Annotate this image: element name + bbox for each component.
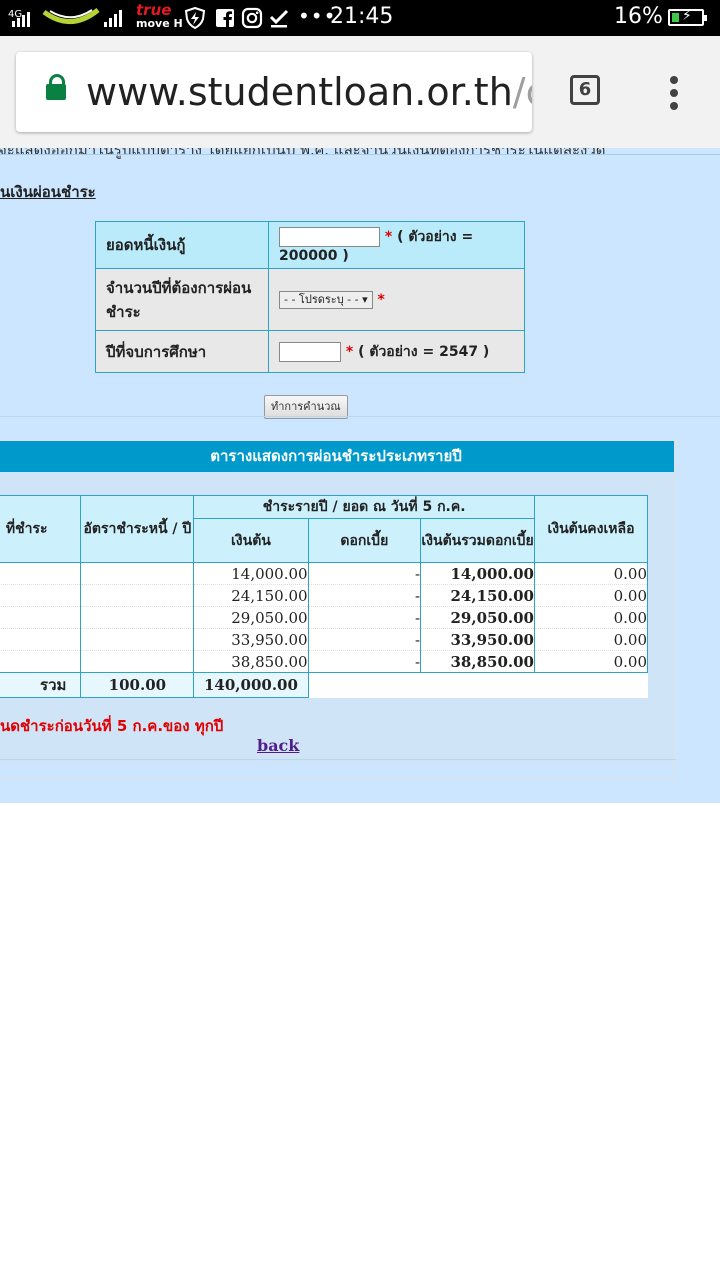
sum-cell: 14,000.00: [420, 562, 535, 585]
url-text[interactable]: www.studentloan.or.th/c: [86, 70, 532, 114]
remaining-cell: 0.00: [533, 650, 649, 673]
interest-cell: -: [307, 650, 422, 673]
col-principal-header: เงินต้น: [193, 518, 309, 563]
ais-logo: [42, 8, 100, 24]
principal-cell: 24,150.00: [193, 584, 309, 607]
repayment-table: ที่ชำระ อัตราชำระหนี้ / ปี ชำระรายปี / ย…: [0, 495, 649, 698]
lock-icon[interactable]: [46, 74, 66, 100]
intro-text: จะแสดงออกมาในรูปแบบตาราง โดยแยกเป็นปี พ.…: [0, 148, 606, 159]
interest-cell: -: [307, 562, 422, 585]
signal-icon: [12, 9, 30, 27]
section-title: นเงินผ่อนชำระ: [0, 183, 96, 201]
years-select[interactable]: - - โปรดระบุ - - ▾: [279, 290, 373, 309]
interest-cell: -: [307, 606, 422, 629]
col-sum-header: เงินต้นรวมดอกเบี้ย: [420, 518, 535, 563]
table-row: 24,150.00 - 24,150.00 0.00: [0, 584, 649, 607]
principal-cell: 14,000.00: [193, 562, 309, 585]
required-mark: *: [345, 343, 354, 360]
divider: [0, 154, 720, 155]
status-bar: 4G true move H ••• 21:45 16% ⚡: [0, 0, 720, 36]
col-remaining-header: เงินต้นคงเหลือ: [533, 495, 649, 563]
truemove-logo: true move H: [136, 1, 183, 31]
total-rate: 100.00: [80, 672, 195, 698]
result-title: ตารางแสดงการผ่อนชำระประเภทรายปี: [0, 441, 674, 472]
interest-cell: -: [307, 584, 422, 607]
principal-cell: 38,850.00: [193, 650, 309, 673]
shield-bolt-icon: [184, 7, 206, 29]
required-mark: *: [377, 291, 385, 308]
grad-year-input[interactable]: [279, 341, 341, 362]
col-group-header: ชำระรายปี / ยอด ณ วันที่ 5 ก.ค.: [193, 495, 535, 519]
back-link[interactable]: back: [257, 736, 299, 755]
table-row: 14,000.00 - 14,000.00 0.00: [0, 562, 649, 585]
total-principal: 140,000.00: [193, 672, 309, 698]
dropdown-arrow-icon: ▾: [362, 292, 368, 306]
remaining-cell: 0.00: [533, 562, 649, 585]
debt-amount-input[interactable]: [279, 227, 380, 247]
sum-cell: 38,850.00: [420, 650, 535, 673]
sum-cell: 29,050.00: [420, 606, 535, 629]
remaining-cell: 0.00: [533, 628, 649, 651]
overflow-menu-icon[interactable]: [668, 76, 680, 112]
remaining-cell: 0.00: [533, 606, 649, 629]
sum-cell: 33,950.00: [420, 628, 535, 651]
page-content: จะแสดงออกมาในรูปแบบตาราง โดยแยกเป็นปี พ.…: [0, 148, 720, 803]
col-rate-header: อัตราชำระหนี้ / ปี: [80, 495, 195, 563]
remaining-cell: 0.00: [533, 584, 649, 607]
divider: [0, 416, 720, 417]
battery-charging-icon: ⚡: [668, 8, 707, 26]
divider: [0, 759, 676, 760]
grad-year-label: ปีที่จบการศึกษา: [95, 330, 269, 373]
check-icon: [269, 9, 289, 28]
table-row: 38,850.00 - 38,850.00 0.00: [0, 650, 649, 673]
instagram-icon: [241, 7, 263, 29]
debt-label: ยอดหนี้เงินกู้: [95, 221, 269, 269]
address-bar[interactable]: www.studentloan.or.th/c: [16, 52, 532, 132]
browser-toolbar: www.studentloan.or.th/c 6: [0, 36, 720, 148]
principal-cell: 33,950.00: [193, 628, 309, 651]
loan-form: ยอดหนี้เงินกู้ * ( ตัวอย่าง = 200000 ) จ…: [95, 221, 525, 373]
table-row: 29,050.00 - 29,050.00 0.00: [0, 606, 649, 629]
grad-year-hint: ( ตัวอย่าง = 2547 ): [358, 343, 490, 360]
principal-cell: 29,050.00: [193, 606, 309, 629]
interest-cell: -: [307, 628, 422, 651]
due-date-note: นดชำระก่อนวันที่ 5 ก.ค.ของ ทุกปี: [0, 717, 224, 735]
col-interest-header: ดอกเบี้ย: [307, 518, 422, 563]
col-year-header: ที่ชำระ: [0, 495, 82, 563]
required-mark: *: [384, 229, 393, 245]
table-row: 33,950.00 - 33,950.00 0.00: [0, 628, 649, 651]
years-label: จำนวนปีที่ต้องการผ่อนชำระ: [95, 268, 269, 331]
total-label: รวม: [0, 672, 82, 698]
sum-cell: 24,150.00: [420, 584, 535, 607]
signal-icon-2: [104, 9, 122, 27]
clock: 21:45: [330, 4, 394, 29]
battery-percent: 16%: [614, 4, 663, 29]
total-row: รวม 100.00 140,000.00: [0, 672, 648, 698]
tab-switcher-button[interactable]: 6: [570, 75, 600, 105]
facebook-icon: [216, 9, 234, 27]
